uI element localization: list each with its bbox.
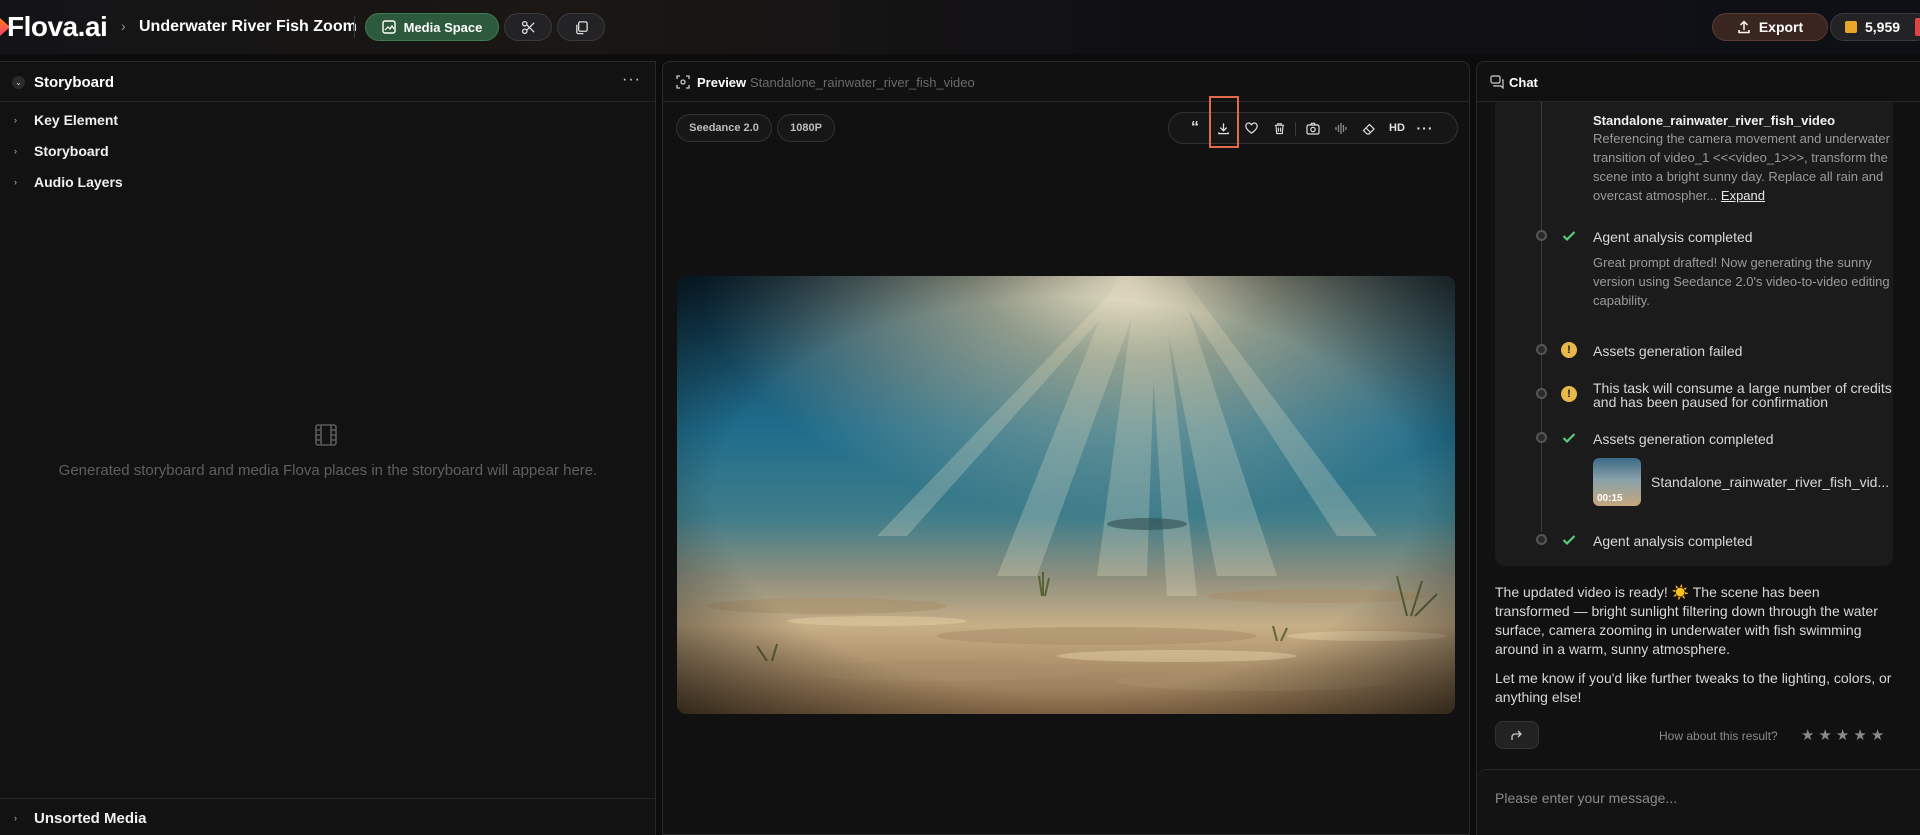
share-button[interactable] [1495, 721, 1539, 749]
tree-item-key-element[interactable]: › Key Element [14, 110, 118, 130]
unsorted-media-section[interactable]: › Unsorted Media [0, 798, 656, 835]
step-5-title: Assets generation completed [1593, 431, 1774, 447]
step-1-detail: Referencing the camera movement and unde… [1593, 129, 1891, 205]
image-icon [381, 20, 396, 34]
star-icon[interactable]: ★ [1871, 726, 1884, 744]
credits-badge[interactable]: 5,959 [1830, 13, 1920, 41]
scissors-icon [521, 20, 535, 34]
step-2-detail: Great prompt drafted! Now generating the… [1593, 255, 1890, 308]
step-6-title: Agent analysis completed [1593, 533, 1753, 549]
chat-title: Chat [1509, 75, 1538, 90]
star-icon[interactable]: ★ [1801, 726, 1814, 744]
credits-value: 5,959 [1865, 19, 1901, 35]
tree-item-unsorted-media[interactable]: › Unsorted Media [14, 808, 147, 828]
rating-label: How about this result? [1659, 729, 1778, 743]
toolbar-divider [1295, 122, 1296, 136]
step-2-title: Agent analysis completed [1593, 229, 1753, 245]
heart-icon[interactable] [1239, 113, 1263, 143]
preview-filename: Standalone_rainwater_river_fish_video [750, 75, 975, 90]
step-3-title: Assets generation failed [1593, 343, 1743, 359]
top-bar: Flova.ai › Underwater River Fish Zoom Me… [0, 0, 1920, 54]
app-logo[interactable]: Flova.ai [7, 11, 108, 43]
camera-icon[interactable] [1301, 113, 1325, 143]
check-icon [1561, 532, 1577, 548]
timeline-dot [1536, 388, 1547, 399]
video-preview[interactable] [677, 276, 1455, 714]
film-icon [315, 424, 337, 446]
storyboard-panel-header: ⌄ Storyboard ··· [0, 62, 656, 102]
storyboard-panel-title: Storyboard [34, 74, 115, 91]
warning-icon: ! [1561, 342, 1577, 358]
scissors-button[interactable] [504, 13, 552, 41]
tree-item-label: Key Element [34, 112, 119, 128]
share-icon [1511, 730, 1522, 740]
tree-item-storyboard[interactable]: › Storyboard [14, 141, 109, 161]
hd-icon[interactable]: HD [1383, 113, 1411, 143]
star-icon[interactable]: ★ [1818, 726, 1831, 744]
timeline-dot [1536, 230, 1547, 241]
trash-icon[interactable] [1267, 113, 1291, 143]
asset-name[interactable]: Standalone_rainwater_river_fish_vid... [1651, 474, 1889, 490]
media-space-label: Media Space [403, 19, 483, 35]
tree-item-audio-layers[interactable]: › Audio Layers [14, 172, 123, 192]
check-icon [1561, 430, 1577, 446]
asset-duration: 00:15 [1597, 493, 1623, 504]
waveform-icon[interactable] [1329, 113, 1353, 143]
tree-item-label: Unsorted Media [34, 809, 147, 827]
notification-indicator[interactable] [1915, 18, 1920, 36]
more-icon[interactable]: ··· [1413, 113, 1437, 143]
chat-input-area [1477, 769, 1920, 835]
chat-header: Chat [1477, 62, 1920, 102]
divider [354, 16, 355, 38]
breadcrumb-separator: › [121, 18, 126, 34]
coin-icon [1845, 21, 1857, 33]
more-icon[interactable]: ··· [622, 71, 641, 89]
collapse-chevron-icon[interactable]: ⌄ [12, 76, 25, 89]
timeline-line [1541, 102, 1542, 532]
resolution-pill[interactable]: 1080P [777, 114, 835, 142]
chevron-right-icon: › [14, 813, 17, 823]
chat-message-input[interactable] [1495, 786, 1915, 810]
tree-item-label: Audio Layers [34, 174, 123, 190]
rating-stars: ★ ★ ★ ★ ★ [1801, 726, 1884, 744]
chevron-right-icon: › [14, 115, 17, 125]
agent-progress-thread: Standalone_rainwater_river_fish_video Re… [1495, 102, 1893, 566]
check-icon [1561, 228, 1577, 244]
storyboard-panel: ⌄ Storyboard ··· › Key Element › Storybo… [0, 61, 656, 835]
copy-icon [575, 20, 588, 34]
chat-icon [1490, 75, 1504, 89]
tree-item-label: Storyboard [34, 143, 109, 159]
download-highlight [1209, 96, 1239, 148]
media-space-button[interactable]: Media Space [365, 13, 499, 41]
assistant-message: The updated video is ready! ☀️ The scene… [1495, 584, 1878, 657]
chat-panel: Chat Standalone_rainwater_river_fish_vid… [1476, 61, 1920, 835]
storyboard-empty-text: Generated storyboard and media Flova pla… [58, 462, 598, 479]
assistant-message-followup: Let me know if you'd like further tweaks… [1495, 670, 1892, 705]
export-button[interactable]: Export [1712, 13, 1828, 41]
timeline-dot [1536, 534, 1547, 545]
asset-thumbnail[interactable]: 00:15 [1593, 458, 1641, 506]
model-pill[interactable]: Seedance 2.0 [676, 114, 772, 142]
chevron-right-icon: › [14, 177, 17, 187]
preview-panel: Preview Standalone_rainwater_river_fish_… [662, 61, 1470, 835]
timeline-dot [1536, 432, 1547, 443]
step-4-title: This task will consume a large number of… [1593, 380, 1892, 410]
preview-icon [676, 75, 690, 89]
star-icon[interactable]: ★ [1853, 726, 1866, 744]
copy-button[interactable] [557, 13, 605, 41]
upload-icon [1738, 20, 1750, 34]
eraser-icon[interactable] [1357, 113, 1381, 143]
preview-title: Preview [697, 75, 747, 90]
project-title[interactable]: Underwater River Fish Zoom [139, 18, 357, 36]
export-label: Export [1758, 19, 1804, 35]
preview-header: Preview Standalone_rainwater_river_fish_… [663, 62, 1469, 102]
step-1-title: Standalone_rainwater_river_fish_video [1593, 113, 1836, 128]
chevron-right-icon: › [14, 146, 17, 156]
quote-icon[interactable]: “ [1183, 113, 1207, 143]
underwater-video-frame [677, 276, 1455, 714]
star-icon[interactable]: ★ [1836, 726, 1849, 744]
expand-link[interactable]: Expand [1721, 188, 1765, 203]
timeline-dot [1536, 344, 1547, 355]
warning-icon: ! [1561, 386, 1577, 402]
